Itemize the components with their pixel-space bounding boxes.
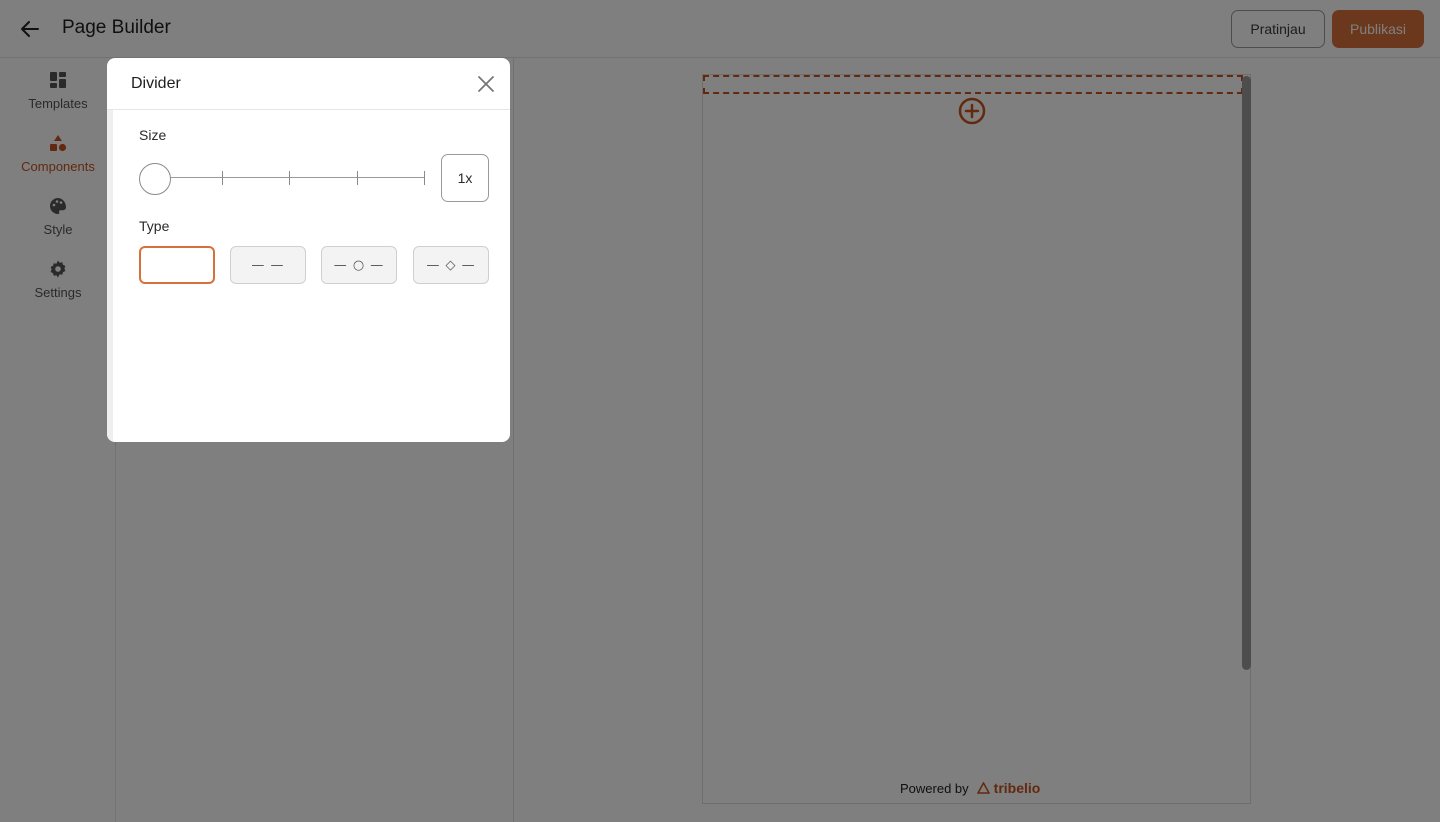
modal-side-strip <box>107 110 113 442</box>
divider-modal: Divider Size 1x Type — — — ○ — — ◇ — <box>107 58 510 442</box>
slider-tick <box>289 171 290 185</box>
size-value-display: 1x <box>441 154 489 202</box>
divider-type-dashed[interactable]: — — <box>230 246 306 284</box>
divider-type-diamond[interactable]: — ◇ — <box>413 246 489 284</box>
divider-type-solid[interactable] <box>139 246 215 284</box>
close-icon[interactable] <box>475 73 497 95</box>
modal-header: Divider <box>107 58 510 110</box>
type-label: Type <box>139 218 170 234</box>
size-label: Size <box>139 127 167 143</box>
slider-tick <box>424 171 425 185</box>
size-slider[interactable] <box>139 162 429 196</box>
slider-tick <box>222 171 223 185</box>
divider-type-circle[interactable]: — ○ — <box>321 246 397 284</box>
slider-track <box>155 177 425 178</box>
slider-tick <box>357 171 358 185</box>
modal-title: Divider <box>131 75 181 92</box>
slider-thumb[interactable] <box>139 163 171 195</box>
